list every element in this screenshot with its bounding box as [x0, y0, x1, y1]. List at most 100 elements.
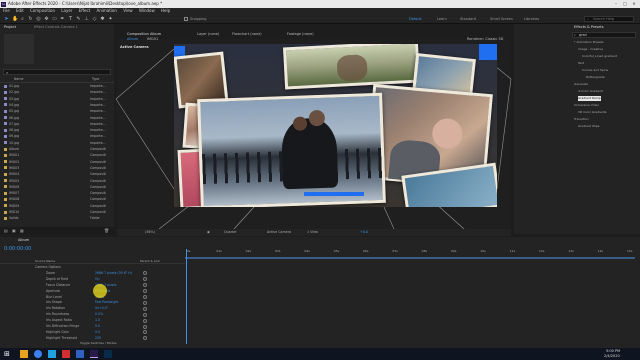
timeline-property-row[interactable]: Highlight Gain 0.0 [46, 330, 100, 335]
effects-tree-item[interactable]: Colorful_Lined gradient [582, 54, 617, 59]
camera-snapshot-icon[interactable]: ◉ [207, 229, 210, 236]
timeline-property-row[interactable]: Focus Distance 2666.7 pixels [46, 283, 116, 288]
pan-behind-tool-icon[interactable]: ✥ [44, 16, 49, 22]
pen-tool-icon[interactable]: ✒ [60, 16, 65, 22]
timeline-property-row[interactable]: Iris Shape Fast Rectangle [46, 300, 118, 305]
timeline-property-row[interactable]: Zoom 2666.7 pixels (39.6° H) [46, 271, 132, 276]
tab-effects-presets[interactable]: Effects & Presets [574, 24, 604, 31]
resolution-dropdown[interactable]: Quarter [224, 229, 237, 236]
stopwatch-icon[interactable] [143, 295, 147, 299]
project-item[interactable]: 08.jpg Importe... [4, 128, 106, 133]
effects-tree-item[interactable]: Gradient Wipe [578, 124, 600, 129]
effects-tree-item[interactable]: VR Color Gradients [578, 110, 607, 115]
stopwatch-icon[interactable] [143, 277, 147, 282]
menu-edit[interactable]: Edit [16, 8, 24, 13]
effects-tree-item[interactable]: 4-Color Gradient [578, 89, 603, 94]
workspace-default[interactable]: Default [409, 16, 422, 22]
stopwatch-icon[interactable] [143, 271, 147, 276]
work-area-bar[interactable] [185, 257, 635, 259]
time-ruler[interactable]: 0s 01s 02s 03s 04s 05s 06s 07s 08s 09s 10s 11s 12s 13… [185, 249, 640, 257]
project-item[interactable]: 03.jpg Importe... [4, 97, 106, 102]
property-value[interactable]: 0.0% [95, 312, 103, 317]
stopwatch-icon[interactable] [143, 336, 147, 341]
close-icon[interactable]: ✕ [630, 0, 638, 8]
app-icon[interactable] [76, 350, 84, 358]
project-item[interactable]: 06.jpg Importe... [4, 116, 106, 121]
project-item[interactable]: IMG01 Compositi [4, 153, 106, 158]
file-explorer-icon[interactable] [20, 350, 28, 358]
rotate-tool-icon[interactable]: ↻ [28, 16, 33, 22]
project-item[interactable]: IMG07 Compositi [4, 191, 106, 196]
workspace-small-screen[interactable]: Small Screen [490, 16, 513, 22]
new-folder-icon[interactable]: ▣ [12, 228, 16, 233]
maximize-icon[interactable]: □ [621, 0, 629, 8]
project-item[interactable]: 02.jpg Importe... [4, 90, 106, 95]
property-value[interactable]: 0.0 [95, 330, 100, 335]
current-time-indicator[interactable] [186, 249, 187, 344]
menu-help[interactable]: Help [161, 8, 170, 13]
zoom-tool-icon[interactable]: ⌕ [20, 16, 25, 22]
minimize-icon[interactable]: – [612, 0, 620, 8]
menu-view[interactable]: View [123, 8, 133, 13]
after-effects-taskbar-icon[interactable] [90, 350, 98, 358]
workspace-learn[interactable]: Learn [437, 16, 447, 22]
timeline-property-row[interactable]: Iris Diffraction Fringe 0.0 [46, 324, 100, 329]
magnification-dropdown[interactable]: (36%) [145, 229, 155, 236]
menu-animation[interactable]: Animation [97, 8, 117, 13]
rectangle-tool-icon[interactable]: ▭ [52, 16, 57, 22]
effects-tree-item[interactable]: * Animation Presets [574, 40, 604, 45]
workspace-libraries[interactable]: Libraries [524, 16, 539, 22]
effects-tree-item[interactable]: Rottengrade [586, 75, 605, 80]
timeline-property-row[interactable]: Depth of Field On [46, 277, 100, 282]
project-item[interactable]: IMG05 Compositi [4, 179, 106, 184]
timeline-property-row[interactable]: Iris Aspect Ratio 1.0 [46, 318, 100, 323]
clone-stamp-tool-icon[interactable]: ⊥ [84, 16, 89, 22]
project-item[interactable]: 05.jpg Importe... [4, 109, 106, 114]
app-icon[interactable] [104, 350, 112, 358]
project-item[interactable]: IMG04 Compositi [4, 172, 106, 177]
stopwatch-icon[interactable] [143, 283, 147, 288]
property-value[interactable]: 2666.7 pixels (39.6° H) [95, 271, 132, 276]
search-help-input[interactable]: ⌕ Search Help [584, 16, 634, 22]
selection-tool-icon[interactable]: ➤ [4, 16, 9, 22]
menu-composition[interactable]: Composition [30, 8, 55, 13]
project-item[interactable]: 07.jpg Importe... [4, 122, 106, 127]
3d-view-dropdown[interactable]: Active Camera [267, 229, 291, 236]
project-item[interactable]: IMG10 Compositi [4, 210, 106, 215]
timecode-display[interactable]: 0:00:00:00 [4, 246, 31, 252]
menu-window[interactable]: Window [139, 8, 155, 13]
col-type-header[interactable]: Type [92, 77, 99, 82]
project-item[interactable]: 04.jpg Importe... [4, 103, 106, 108]
stopwatch-icon[interactable] [143, 324, 147, 329]
col-name-header[interactable]: Name [14, 77, 23, 82]
project-item[interactable]: 01.jpg Importe... [4, 84, 106, 89]
project-item[interactable]: IMG08 Compositi [4, 197, 106, 202]
view-layout-dropdown[interactable]: 1 View [307, 229, 318, 236]
composition-canvas[interactable] [174, 44, 497, 207]
project-item[interactable]: IMG09 Compositi [4, 204, 106, 209]
app-icon[interactable] [48, 350, 56, 358]
tab-project[interactable]: Project [4, 24, 16, 31]
tab-effect-controls[interactable]: Effect Controls Camera 1 [34, 24, 78, 31]
new-composition-icon[interactable]: ▦ [20, 228, 24, 233]
effects-search-input[interactable]: ⌕ grad [572, 32, 636, 38]
stopwatch-icon[interactable] [143, 300, 147, 305]
interpret-footage-icon[interactable]: ▤ [4, 228, 8, 233]
stopwatch-icon[interactable] [143, 318, 147, 323]
project-search-input[interactable]: ⌕ [3, 69, 111, 75]
camera-tool-icon[interactable]: ◎ [36, 16, 41, 22]
effects-tree-item[interactable]: Immersive Video [574, 103, 599, 108]
property-value[interactable]: On [95, 277, 100, 282]
timeline-property-row[interactable]: Blur Level100% [46, 295, 104, 300]
project-item[interactable]: IMG02 Compositi [4, 160, 106, 165]
menu-layer[interactable]: Layer [61, 8, 72, 13]
timeline-property-row[interactable]: Camera Options [35, 265, 61, 270]
effects-tree-item[interactable]: Text [578, 61, 584, 66]
property-value[interactable]: Fast Rectangle [95, 300, 118, 305]
exposure-value[interactable]: +0.0 [360, 229, 368, 236]
parent-link-header[interactable]: Parent & Link [140, 259, 160, 264]
property-value[interactable]: 0x+0.0° [95, 306, 108, 311]
type-tool-icon[interactable]: T [68, 16, 73, 22]
roto-brush-tool-icon[interactable]: ✱ [100, 16, 105, 22]
effects-tree-item[interactable]: Gradient Ramp [578, 96, 601, 102]
